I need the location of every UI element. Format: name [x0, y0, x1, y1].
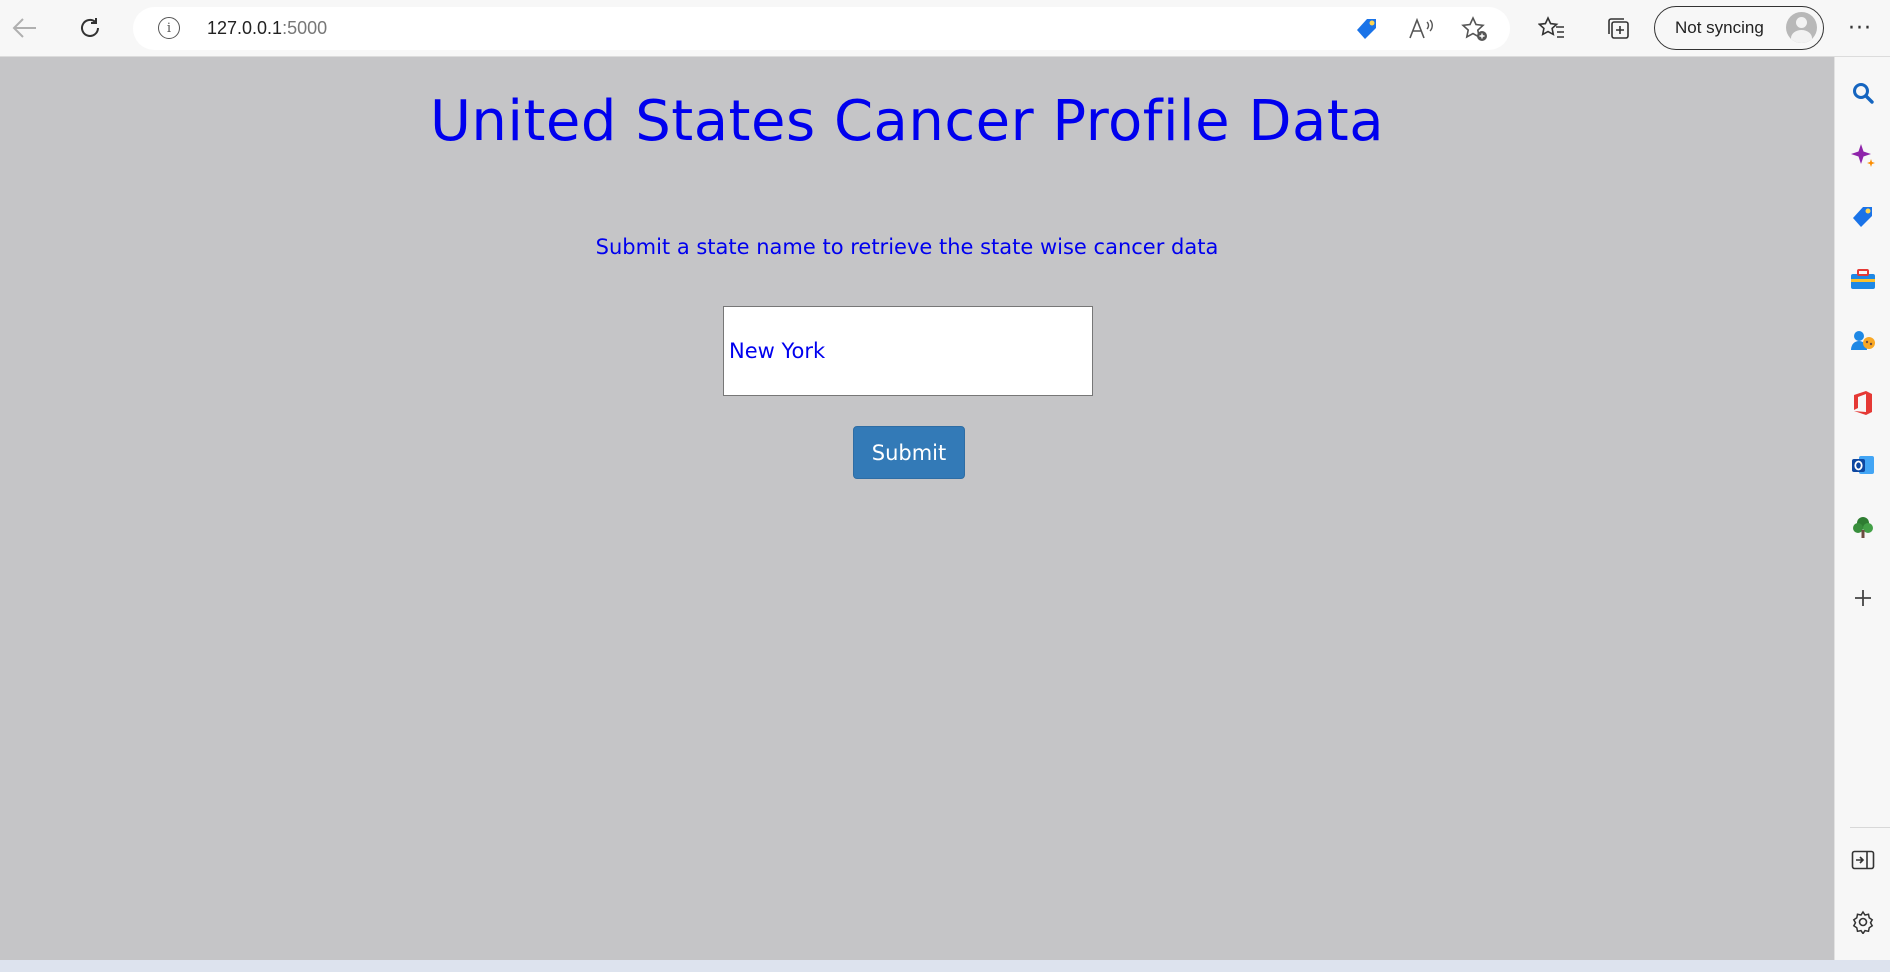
tools-icon[interactable] [1844, 260, 1882, 298]
sidebar-divider [1850, 827, 1890, 828]
tree-icon[interactable] [1844, 508, 1882, 546]
search-icon[interactable] [1844, 74, 1882, 112]
shopping-tag-icon[interactable] [1352, 14, 1382, 44]
url-port: :5000 [282, 18, 328, 38]
add-icon[interactable] [1844, 579, 1882, 617]
browser-toolbar: i 127.0.0.1:5000 Not syncing ··· [0, 0, 1890, 57]
office-icon[interactable] [1844, 384, 1882, 422]
shopping-icon[interactable] [1844, 198, 1882, 236]
address-bar[interactable]: i 127.0.0.1:5000 [133, 7, 1510, 50]
outlook-icon[interactable] [1844, 446, 1882, 484]
copilot-icon[interactable] [1844, 136, 1882, 174]
split-screen-icon[interactable] [1844, 841, 1882, 879]
page-title: United States Cancer Profile Data [429, 89, 1385, 154]
info-icon[interactable]: i [158, 17, 180, 39]
sync-label: Not syncing [1675, 18, 1764, 37]
url-host: 127.0.0.1 [207, 18, 283, 38]
favorites-icon[interactable] [1533, 9, 1571, 47]
refresh-icon[interactable] [71, 9, 109, 47]
collections-icon[interactable] [1599, 9, 1637, 47]
edge-sidebar [1834, 57, 1890, 960]
state-input[interactable] [723, 306, 1093, 396]
submit-button[interactable]: Submit [853, 426, 965, 479]
games-icon[interactable] [1844, 322, 1882, 360]
more-icon[interactable]: ··· [1842, 10, 1878, 46]
instructions-text: Submit a state name to retrieve the stat… [595, 235, 1219, 259]
taskbar-strip [0, 960, 1890, 972]
url-text[interactable]: 127.0.0.1:5000 [207, 18, 327, 39]
back-arrow-icon[interactable] [6, 9, 44, 47]
profile-sync-button[interactable]: Not syncing [1654, 6, 1824, 50]
read-aloud-icon[interactable] [1406, 14, 1436, 44]
page-viewport: United States Cancer Profile Data Submit… [0, 57, 1834, 960]
avatar [1786, 12, 1817, 43]
settings-icon[interactable] [1844, 903, 1882, 941]
add-favorite-icon[interactable] [1460, 14, 1490, 44]
